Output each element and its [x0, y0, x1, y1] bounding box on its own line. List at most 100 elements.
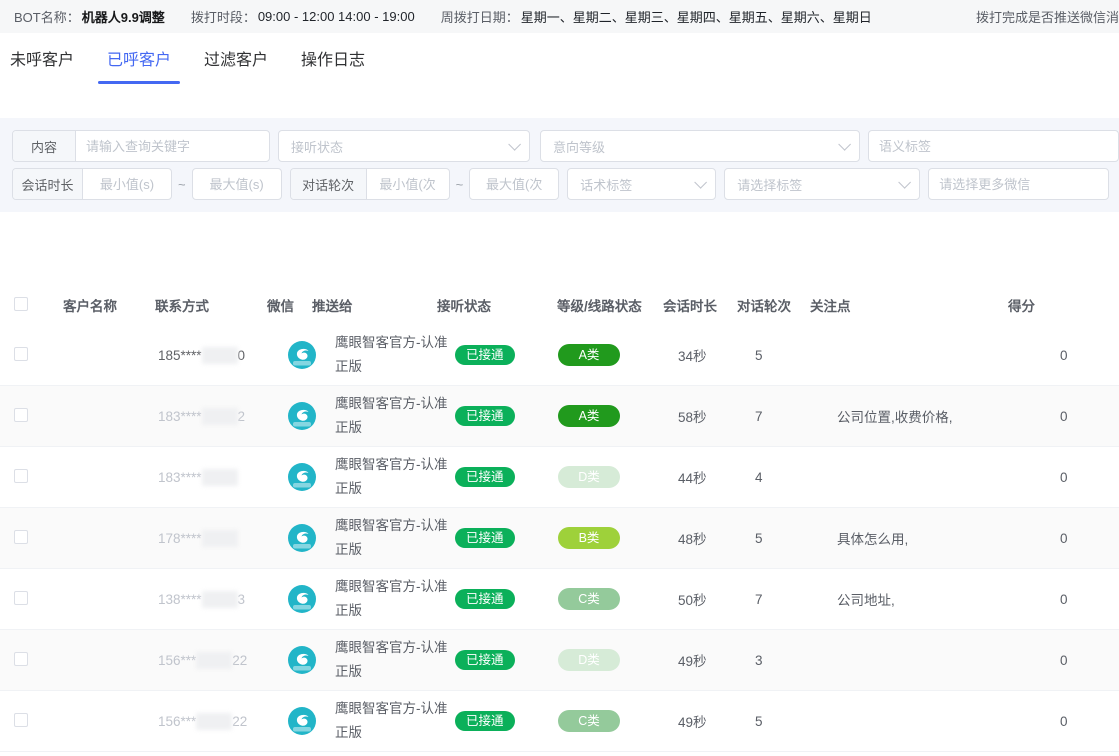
intent-level-select[interactable]: 意向等级: [540, 130, 860, 162]
header-listen-status: 接听状态: [435, 295, 555, 315]
row-checkbox[interactable]: [14, 591, 28, 605]
bot-info-bar: BOT名称： 机器人9.9调整 拨打时段： 09:00 - 12:00 14:0…: [0, 0, 1119, 33]
row-checkbox[interactable]: [14, 408, 28, 422]
header-grade-line: 等级/线路状态: [555, 295, 661, 315]
table-row: 156***22 鹰眼智客官方-认准正版 已接通 C类 49秒 5 0: [0, 691, 1119, 752]
wechat-cell: [252, 341, 310, 369]
chevron-down-icon: [898, 176, 911, 189]
turns-min-input[interactable]: [367, 169, 449, 199]
duration-cell: 49秒: [661, 650, 735, 670]
score-cell: 0: [1006, 348, 1119, 363]
filter-row-2: 会话时长 ~ 对话轮次 ~ 话术标签 请选择标签: [12, 168, 1119, 200]
listen-status-placeholder: 接听状态: [291, 137, 343, 156]
semantic-tag-input[interactable]: [869, 131, 1118, 161]
row-checkbox[interactable]: [14, 469, 28, 483]
table-row: 183****2 鹰眼智客官方-认准正版 已接通 A类 58秒 7 公司位置,收…: [0, 386, 1119, 447]
turns-max-group: [469, 168, 559, 200]
header-customer-name: 客户名称: [48, 295, 140, 315]
duration-cell: 48秒: [661, 528, 735, 548]
dial-period-value: 09:00 - 12:00 14:00 - 19:00: [258, 9, 415, 24]
duration-min-input[interactable]: [83, 169, 171, 199]
turns-cell: 4: [735, 470, 808, 485]
customer-tabs: 未呼客户 已呼客户 过滤客户 操作日志: [0, 33, 1119, 90]
turns-cell: 5: [735, 714, 808, 729]
duration-max-input[interactable]: [193, 169, 281, 199]
grade-badge: D类: [558, 649, 620, 672]
turns-cell: 3: [735, 653, 808, 668]
listen-status-badge: 已接通: [455, 528, 515, 549]
listen-status-badge: 已接通: [455, 345, 515, 366]
push-to-name: 鹰眼智客官方-认准正版: [310, 453, 448, 500]
duration-cell: 34秒: [661, 345, 735, 365]
chevron-down-icon: [508, 138, 521, 151]
bot-name-value: 机器人9.9调整: [82, 7, 165, 26]
bot-name-label: BOT名称：: [14, 7, 80, 26]
wechat-cell: [252, 707, 310, 735]
contact-phone: 138****3: [140, 591, 252, 608]
contact-phone: 183****2: [140, 408, 252, 425]
tab-operation-log[interactable]: 操作日志: [301, 40, 365, 84]
score-cell: 0: [1006, 592, 1119, 607]
duration-cell: 44秒: [661, 467, 735, 487]
chevron-down-icon: [694, 176, 707, 189]
focus-cell: 公司地址,: [808, 589, 1006, 609]
listen-status-badge: 已接通: [455, 589, 515, 610]
grade-badge: C类: [558, 710, 620, 733]
listen-status-badge: 已接通: [455, 650, 515, 671]
duration-cell: 49秒: [661, 711, 735, 731]
grade-badge: D类: [558, 466, 620, 489]
listen-status-select[interactable]: 接听状态: [278, 130, 530, 162]
tilde-separator: ~: [456, 177, 464, 192]
focus-cell: 公司位置,收费价格,: [808, 406, 1006, 426]
header-wechat: 微信: [252, 295, 310, 315]
keyword-input[interactable]: [76, 131, 269, 161]
turns-cell: 7: [735, 409, 808, 424]
week-days-group: 周拨打日期： 星期一、星期二、星期三、星期四、星期五、星期六、星期日: [441, 7, 872, 26]
listen-status-badge: 已接通: [455, 406, 515, 427]
grade-badge: A类: [558, 405, 620, 428]
push-to-name: 鹰眼智客官方-认准正版: [310, 392, 448, 439]
listen-status-badge: 已接通: [455, 711, 515, 732]
header-turns: 对话轮次: [735, 295, 808, 315]
turns-max-input[interactable]: [470, 169, 558, 199]
duration-label: 会话时长: [13, 169, 83, 199]
push-to-name: 鹰眼智客官方-认准正版: [310, 575, 448, 622]
header-duration: 会话时长: [661, 295, 735, 315]
header-score: 得分: [1006, 295, 1119, 315]
row-checkbox[interactable]: [14, 652, 28, 666]
script-tag-select[interactable]: 话术标签: [567, 168, 716, 200]
semantic-tag-group: [868, 130, 1119, 162]
week-days-value: 星期一、星期二、星期三、星期四、星期五、星期六、星期日: [521, 7, 872, 26]
redaction-blur: [202, 530, 238, 547]
header-push-to: 推送给: [310, 295, 435, 315]
tilde-separator: ~: [178, 177, 186, 192]
table-header: 客户名称 联系方式 微信 推送给 接听状态 等级/线路状态 会话时长 对话轮次 …: [0, 285, 1119, 325]
listen-status-badge: 已接通: [455, 467, 515, 488]
contact-phone: 178****: [140, 530, 252, 547]
select-tag-select[interactable]: 请选择标签: [724, 168, 920, 200]
duration-cell: 50秒: [661, 589, 735, 609]
tab-uncalled-customers[interactable]: 未呼客户: [10, 40, 74, 84]
grade-badge: A类: [558, 344, 620, 367]
tab-filtered-customers[interactable]: 过滤客户: [204, 40, 268, 84]
dial-period-label: 拨打时段：: [191, 7, 256, 26]
week-days-label: 周拨打日期：: [441, 7, 519, 26]
score-cell: 0: [1006, 409, 1119, 424]
more-wechat-input[interactable]: [929, 169, 1108, 199]
row-checkbox[interactable]: [14, 347, 28, 361]
wechat-cell: [252, 585, 310, 613]
redaction-blur: [202, 347, 238, 364]
table-row: 183**** 鹰眼智客官方-认准正版 已接通 D类 44秒 4 0: [0, 447, 1119, 508]
wechat-cell: [252, 463, 310, 491]
chevron-down-icon: [838, 138, 851, 151]
table-row: 138****3 鹰眼智客官方-认准正版 已接通 C类 50秒 7 公司地址, …: [0, 569, 1119, 630]
select-all-checkbox[interactable]: [14, 297, 28, 311]
row-checkbox[interactable]: [14, 530, 28, 544]
duration-max-group: [192, 168, 282, 200]
turns-cell: 5: [735, 531, 808, 546]
focus-cell: 具体怎么用,: [808, 528, 1006, 548]
redaction-blur: [196, 652, 232, 669]
score-cell: 0: [1006, 470, 1119, 485]
tab-called-customers[interactable]: 已呼客户: [107, 40, 171, 84]
row-checkbox[interactable]: [14, 713, 28, 727]
